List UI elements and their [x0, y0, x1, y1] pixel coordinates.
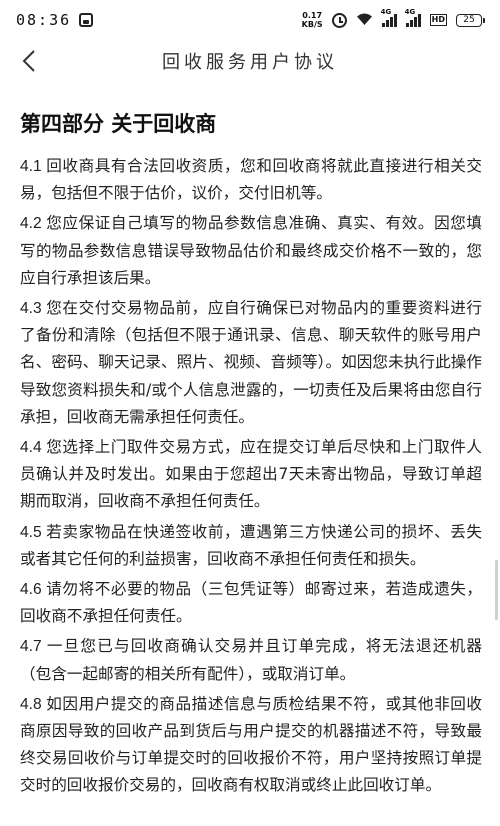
scrollbar[interactable]: [495, 560, 498, 620]
status-left: 08:36: [16, 11, 94, 29]
clause-4-5: 4.5 若卖家物品在快递签收前，遭遇第三方快递公司的损坏、丢失或者其它任何的利益损…: [20, 519, 482, 573]
clause-4-1: 4.1 回收商具有合法回收资质，您和回收商将就此直接进行相关交易，包括但不限于估价…: [20, 153, 482, 207]
clause-text: 您选择上门取件交易方式，应在提交订单后尽快和上门取件人员确认并及时发出。如果由于…: [20, 438, 482, 511]
signal-2-icon: 4G: [405, 8, 421, 27]
notification-icon: [79, 13, 94, 27]
network-speed-unit: KB/S: [301, 20, 323, 29]
back-button[interactable]: [14, 46, 44, 76]
hd-icon: HD: [429, 14, 447, 26]
clause-number: 4.5: [20, 523, 42, 541]
clause-text: 回收商具有合法回收资质，您和回收商将就此直接进行相关交易，包括但不限于估价，议价…: [20, 157, 482, 203]
page-title: 回收服务用户协议: [162, 52, 338, 73]
clause-4-8: 4.8 如因用户提交的商品描述信息与质检结果不符，或其他非回收商原因导致的回收产品…: [20, 691, 482, 800]
clause-4-3: 4.3 您在交付交易物品前，应自行确保已对物品内的重要资料进行了备份和清除（包括但…: [20, 295, 482, 431]
battery-icon: 25: [456, 13, 485, 27]
alarm-icon: [331, 12, 347, 28]
network-speed: 0.17 KB/S: [302, 11, 323, 29]
clause-4-7: 4.7 一旦您已与回收商确认交易并且订单完成，将无法退还机器（包含一起邮寄的相关所…: [20, 633, 482, 687]
status-right: 0.17 KB/S 4G 4G HD 25: [302, 8, 485, 29]
signal-1-icon: 4G: [381, 8, 397, 27]
nav-bar: 回收服务用户协议: [0, 40, 500, 82]
clause-number: 4.7: [20, 638, 42, 656]
battery-level: 25: [463, 15, 475, 25]
clause-4-4: 4.4 您选择上门取件交易方式，应在提交订单后尽快和上门取件人员确认并及时发出。如…: [20, 434, 482, 516]
clause-number: 4.6: [20, 581, 42, 599]
clause-text: 请勿将不必要的物品（三包凭证等）邮寄过来，若造成遗失，回收商不承担任何责任。: [20, 580, 482, 626]
clause-number: 4.2: [20, 215, 42, 233]
signal-1-label: 4G: [380, 8, 392, 16]
clause-text: 若卖家物品在快递签收前，遭遇第三方快递公司的损坏、丢失或者其它任何的利益损害，回…: [20, 522, 482, 568]
status-bar: 08:36 0.17 KB/S 4G 4G HD 25: [0, 0, 500, 40]
wifi-icon: [356, 12, 373, 29]
clause-number: 4.1: [20, 158, 42, 175]
clause-4-2: 4.2 您应保证自己填写的物品参数信息准确、真实、有效。因您填写的物品参数信息错误…: [20, 210, 482, 292]
network-speed-value: 0.17: [302, 11, 323, 20]
clause-text: 您在交付交易物品前，应自行确保已对物品内的重要资料进行了备份和清除（包括但不限于…: [20, 299, 482, 426]
clause-4-6: 4.6 请勿将不必要的物品（三包凭证等）邮寄过来，若造成遗失，回收商不承担任何责任…: [20, 576, 482, 630]
agreement-content: 第四部分 关于回收商 4.1 回收商具有合法回收资质，您和回收商将就此直接进行相关…: [20, 108, 482, 803]
signal-2-label: 4G: [404, 8, 416, 16]
clause-number: 4.3: [20, 300, 42, 318]
status-time: 08:36: [16, 11, 72, 29]
clause-text: 如因用户提交的商品描述信息与质检结果不符，或其他非回收商原因导致的回收产品到货后…: [20, 694, 482, 795]
clause-number: 4.8: [20, 695, 42, 713]
clause-number: 4.4: [20, 439, 42, 457]
chevron-left-icon: [22, 50, 35, 72]
clause-text: 一旦您已与回收商确认交易并且订单完成，将无法退还机器（包含一起邮寄的相关所有配件…: [20, 637, 482, 683]
clause-text: 您应保证自己填写的物品参数信息准确、真实、有效。因您填写的物品参数信息错误导致物…: [20, 214, 482, 287]
section-title: 第四部分 关于回收商: [20, 112, 217, 136]
